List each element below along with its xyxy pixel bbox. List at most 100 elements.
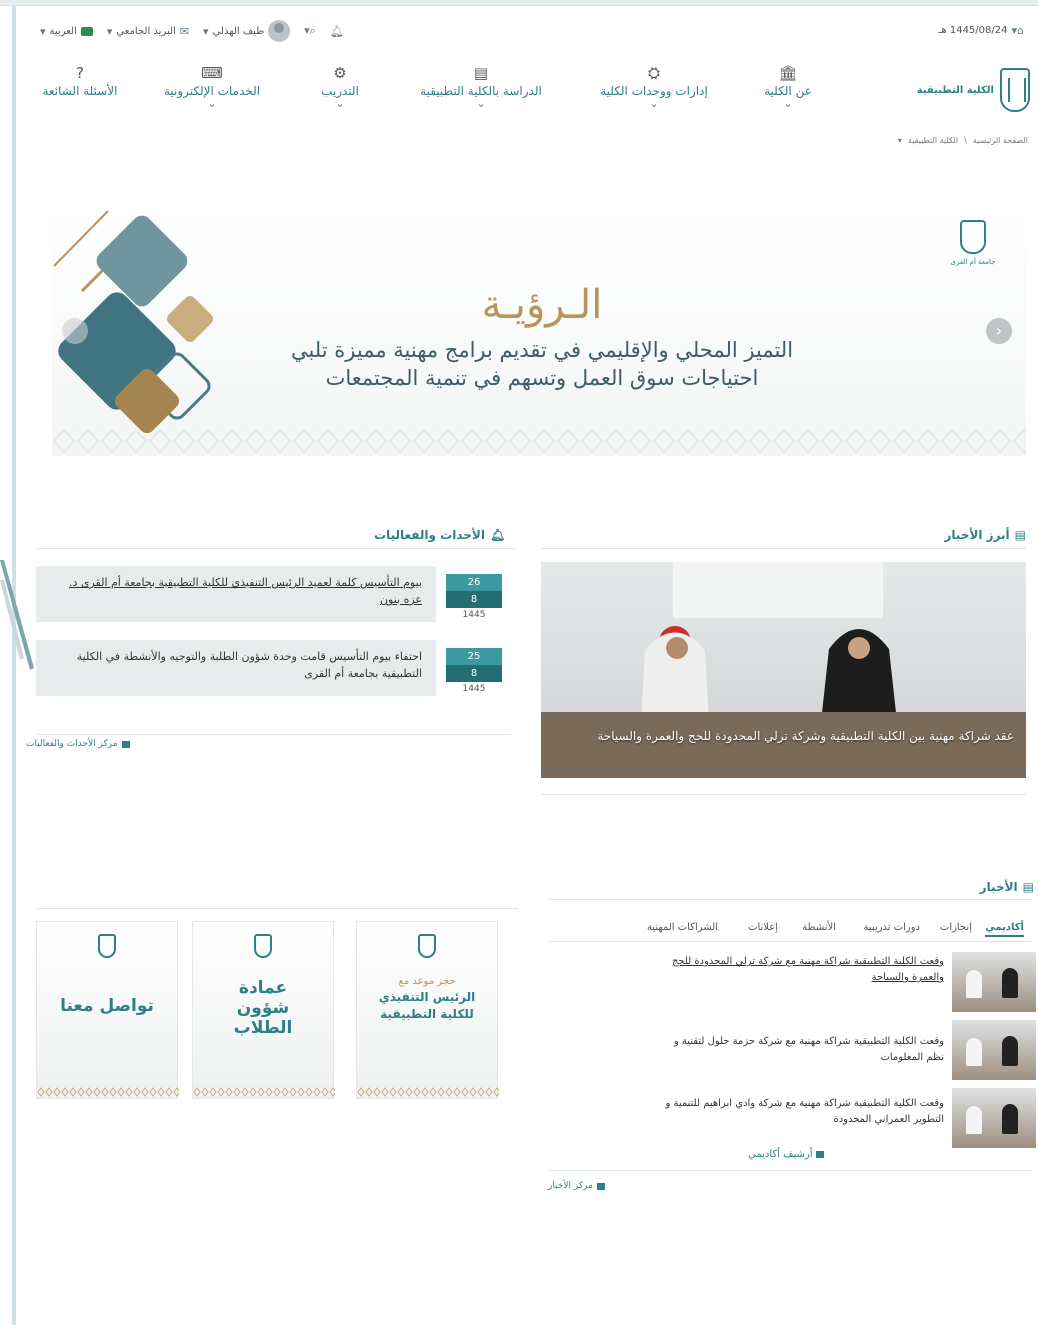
university-logo: جامعة أم القرى	[944, 220, 1002, 288]
news-item-title[interactable]: وقعت الكلية التطبيقية شراكة مهنية مع شرك…	[654, 954, 944, 986]
top-news-caption[interactable]: عقد شراكة مهنية بين الكلية التطبيقية وشر…	[594, 726, 1014, 746]
divider	[36, 548, 516, 549]
events-center-label: مركز الأحداث والفعاليات	[26, 739, 118, 749]
news-icon: ▤	[1014, 528, 1026, 542]
notifications-button[interactable]: 🔔︎	[330, 25, 344, 38]
hero-pattern	[52, 426, 1026, 456]
breadcrumb-separator: \	[964, 136, 967, 145]
nav-faq[interactable]: ? الأسئلة الشائعة	[30, 62, 130, 132]
news-heading: ▤ الأخبار	[980, 880, 1034, 894]
nav-label: التدريب	[321, 84, 359, 98]
tab-training-courses[interactable]: دورات تدريبية	[863, 922, 920, 933]
college-logo-icon	[98, 934, 116, 958]
tab-announcements[interactable]: إعلانات	[748, 922, 778, 933]
top-news-heading: ▤ أبرز الأخبار	[944, 528, 1026, 542]
question-icon: ?	[76, 64, 84, 82]
top-news-image[interactable]: عقد شراكة مهنية بين الكلية التطبيقية وشر…	[541, 562, 1026, 778]
tab-academic[interactable]: أكاديمي	[985, 922, 1024, 937]
nav-training[interactable]: ⚙ التدريب ⌄	[308, 62, 372, 132]
events-center-link[interactable]: مركز الأحداث والفعاليات	[26, 739, 130, 749]
tab-activities[interactable]: الأنشطة	[802, 922, 836, 933]
top-bar: ⌂▾ 1445/08/24 هـ 🔔︎ ⌕▾ طيف الهذلي ▾ ✉ الب…	[20, 14, 1030, 54]
news-center-label: مركز الأخبار	[548, 1181, 593, 1191]
divider	[548, 1170, 1032, 1171]
card-title: تواصل معنا	[60, 996, 154, 1016]
user-name: طيف الهذلي	[212, 25, 265, 37]
college-logo-text: الكلية التطبيقية	[916, 84, 994, 96]
nav-label: الخدمات الإلكترونية	[163, 84, 261, 98]
divider	[36, 734, 510, 735]
event-day: 25	[446, 648, 502, 665]
news-thumbnail[interactable]	[952, 1020, 1036, 1080]
language-label: العربية	[49, 25, 77, 37]
tab-partnerships[interactable]: الشراكات المهنية	[647, 922, 718, 933]
news-thumbnail[interactable]	[952, 1088, 1036, 1148]
nav-about-college[interactable]: 🏛︎ عن الكلية ⌄	[748, 62, 828, 132]
news-icon: ▤	[1022, 880, 1034, 894]
archive-label: أرشيف أكاديمي	[748, 1149, 813, 1160]
nav-study[interactable]: ▤ الدراسة بالكلية التطبيقية ⌄	[406, 62, 556, 132]
college-logo[interactable]: الكلية التطبيقية	[870, 64, 1030, 116]
news-thumbnail[interactable]	[952, 952, 1036, 1012]
bell-icon: 🔔︎	[329, 24, 344, 38]
hero-text-line-2: احتياجات سوق العمل وتسهم في تنمية المجتم…	[325, 366, 759, 390]
event-month: 8	[446, 591, 502, 608]
breadcrumb: الصفحة الرئيسية \ الكلية التطبيقية ▾	[898, 136, 1028, 145]
breadcrumb-home[interactable]: الصفحة الرئيسية	[973, 136, 1028, 145]
news-item-title[interactable]: وقعت الكلية التطبيقية شراكة مهنية مع شرك…	[654, 1034, 944, 1066]
news-center-link[interactable]: مركز الأخبار	[548, 1181, 605, 1191]
slider-prev-button[interactable]	[62, 318, 88, 344]
divider	[541, 794, 1026, 795]
news-tabs: أكاديمي إنجازات دورات تدريبية الأنشطة إع…	[548, 920, 1032, 942]
news-title: الأخبار	[979, 880, 1018, 894]
user-menu[interactable]: طيف الهذلي ▾	[203, 20, 291, 42]
nav-admin-units[interactable]: ⛭ إدارات ووحدات الكلية ⌄	[584, 62, 724, 132]
event-text[interactable]: احتفاء بيوم التأسيس قامت وحدة شؤون الطلب…	[36, 640, 436, 696]
breadcrumb-chevron-icon: ▾	[897, 136, 902, 145]
news-item[interactable]: وقعت الكلية التطبيقية شراكة مهنية مع شرك…	[560, 952, 1038, 1012]
chevron-right-icon: ›	[995, 321, 1003, 340]
event-text[interactable]: بيوم التأسيس كلمة لعميد الرئيس التنفيذي …	[36, 566, 436, 622]
card-book-appointment[interactable]: حجز موعد مع الرئيس التنفيذي للكلية التطب…	[356, 921, 499, 1099]
search-button[interactable]: ⌕▾	[304, 24, 316, 38]
admin-units-icon: ⛭	[647, 64, 660, 82]
event-item[interactable]: بيوم التأسيس كلمة لعميد الرئيس التنفيذي …	[36, 566, 508, 622]
event-year: 1445	[462, 684, 486, 694]
hero-title: الـرؤيـة	[481, 282, 603, 328]
divider	[36, 908, 518, 909]
main-navigation: 🏛︎ عن الكلية ⌄ ⛭ إدارات ووحدات الكلية ⌄ …	[28, 62, 828, 142]
event-item[interactable]: احتفاء بيوم التأسيس قامت وحدة شؤون الطلب…	[36, 640, 508, 696]
chevron-down-icon: ⌄	[207, 97, 217, 110]
home-icon[interactable]: ⌂▾	[1011, 24, 1024, 37]
nav-label: عن الكلية	[764, 84, 812, 98]
university-mail-link[interactable]: ✉ البريد الجامعي ▾	[107, 25, 189, 38]
nav-label: إدارات ووحدات الكلية	[600, 84, 708, 98]
card-subtitle: حجز موعد مع	[398, 976, 456, 987]
news-icon	[596, 1183, 605, 1190]
news-item[interactable]: وقعت الكلية التطبيقية شراكة مهنية مع شرك…	[560, 1020, 1038, 1080]
search-icon: ⌕▾	[304, 24, 316, 37]
card-title: عمادة شؤون الطلاب	[233, 978, 293, 1038]
news-item[interactable]: وقعت الكلية التطبيقية شراكة مهنية مع شرك…	[560, 1088, 1038, 1148]
nav-label: الأسئلة الشائعة	[42, 84, 118, 98]
avatar	[268, 20, 291, 42]
card-contact-us[interactable]: تواصل معنا	[36, 921, 179, 1099]
card-pattern	[37, 1086, 179, 1098]
tab-achievements[interactable]: إنجازات	[940, 922, 972, 933]
chevron-down-icon: ⌄	[783, 97, 793, 110]
nav-e-services[interactable]: ⌨ الخدمات الإلكترونية ⌄	[154, 62, 270, 132]
university-logo-text: جامعة أم القرى	[950, 258, 996, 266]
academic-archive-link[interactable]: أرشيف أكاديمي	[748, 1149, 825, 1160]
event-year: 1445	[462, 610, 486, 620]
college-logo-icon	[418, 934, 436, 958]
event-date: 26 8 1445	[446, 574, 502, 620]
language-selector[interactable]: العربية ▾	[40, 25, 93, 38]
mail-label: البريد الجامعي	[116, 25, 176, 37]
card-student-affairs[interactable]: عمادة شؤون الطلاب	[192, 921, 335, 1099]
slider-next-button[interactable]: ›	[986, 318, 1012, 344]
training-icon: ⚙	[333, 64, 347, 82]
card-pattern	[357, 1086, 499, 1098]
chevron-down-icon: ⌄	[335, 97, 345, 110]
news-item-title[interactable]: وقعت الكلية التطبيقية شراكة مهنية مع شرك…	[654, 1096, 944, 1128]
side-decoration	[0, 560, 34, 670]
